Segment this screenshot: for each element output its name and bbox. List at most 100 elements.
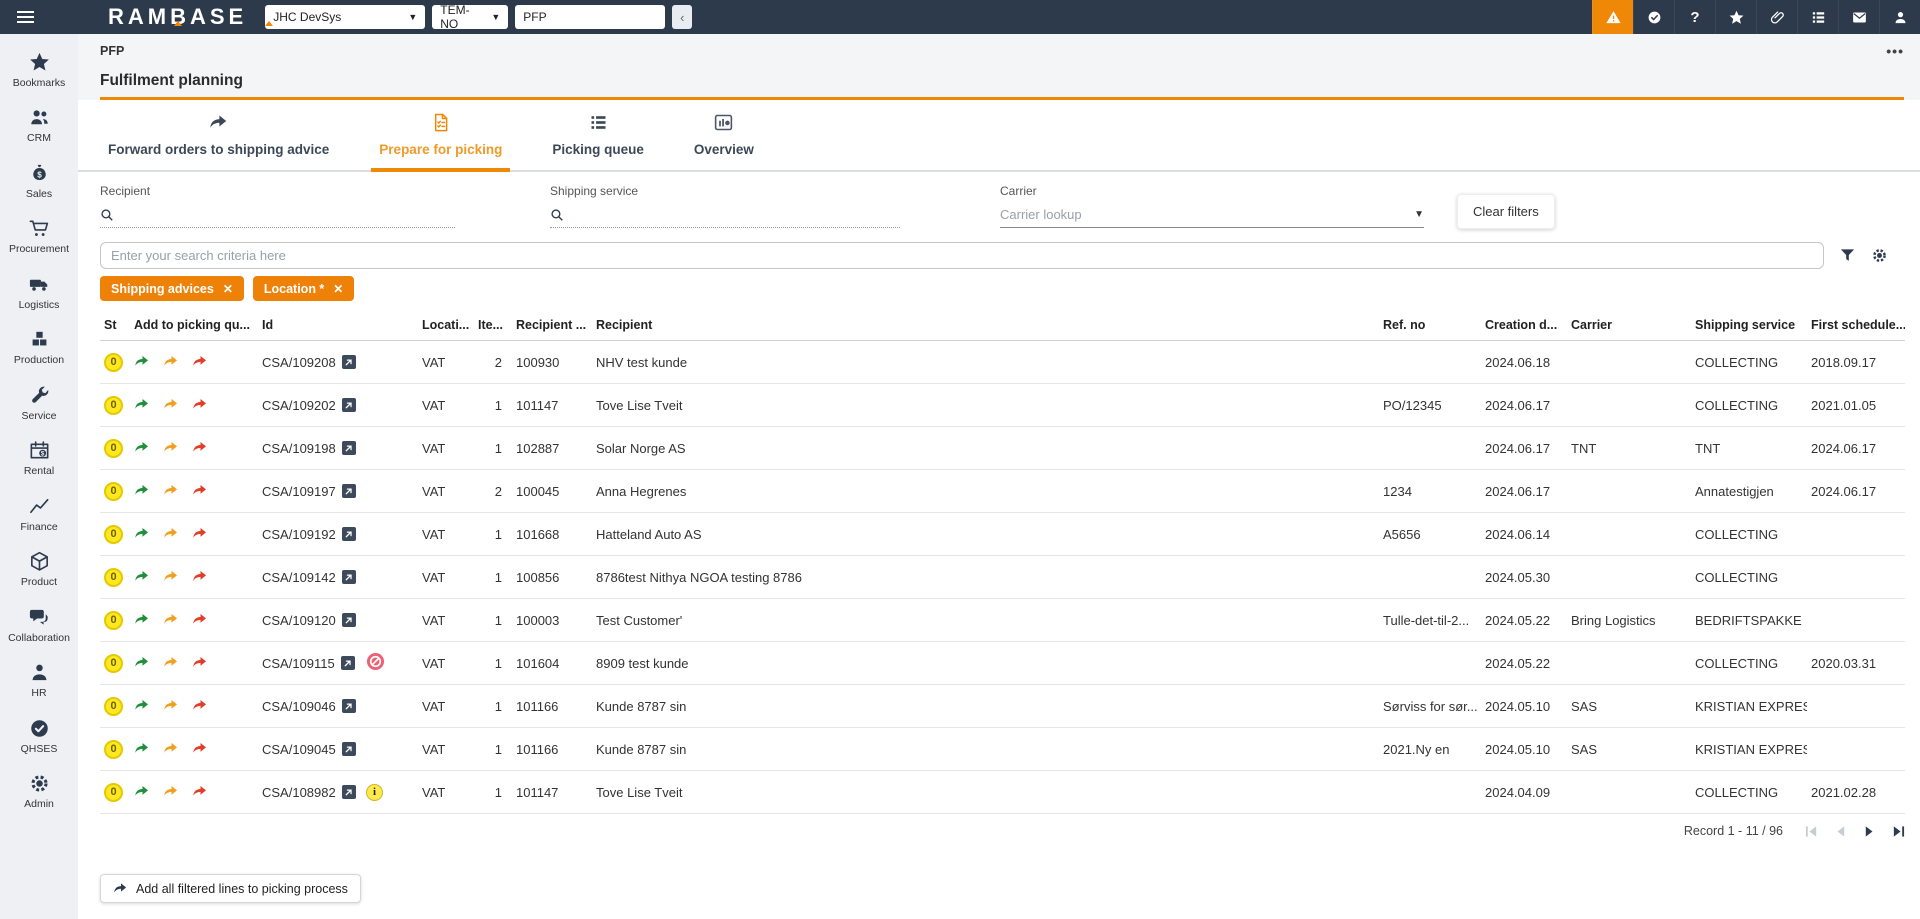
sidebar-item-bookmarks[interactable]: Bookmarks bbox=[0, 42, 78, 98]
sidebar-item-crm[interactable]: CRM bbox=[0, 98, 78, 154]
add-all-to-picking-button[interactable]: Add all filtered lines to picking proces… bbox=[100, 874, 361, 903]
alerts-icon[interactable] bbox=[1592, 0, 1633, 34]
add-to-queue-red-arrow-icon[interactable] bbox=[192, 354, 208, 370]
add-to-queue-red-arrow-icon[interactable] bbox=[192, 741, 208, 757]
tab-prepare-for-picking[interactable]: Prepare for picking bbox=[371, 112, 511, 172]
tab-picking-queue[interactable]: Picking queue bbox=[544, 112, 652, 170]
add-to-queue-red-arrow-icon[interactable] bbox=[192, 569, 208, 585]
add-to-queue-green-arrow-icon[interactable] bbox=[134, 440, 150, 456]
add-to-queue-red-arrow-icon[interactable] bbox=[192, 784, 208, 800]
shipping-advice-id[interactable]: CSA/109198 bbox=[262, 441, 336, 456]
table-row[interactable]: 0 CSA/109115 i VAT 1 101604 890 bbox=[100, 641, 1905, 685]
shipping-service-filter-input[interactable] bbox=[571, 207, 900, 222]
sidebar-item-service[interactable]: Service bbox=[0, 375, 78, 431]
sidebar-item-finance[interactable]: Finance bbox=[0, 486, 78, 542]
menu-hamburger-icon[interactable] bbox=[0, 0, 50, 34]
first-page-button[interactable] bbox=[1805, 825, 1818, 838]
messages-mail-icon[interactable] bbox=[1838, 0, 1879, 34]
table-row[interactable]: 0 CSA/109045 i VAT 1 101166 Kun bbox=[100, 727, 1905, 771]
add-to-queue-red-arrow-icon[interactable] bbox=[192, 698, 208, 714]
task-list-icon[interactable] bbox=[1797, 0, 1838, 34]
add-to-queue-red-arrow-icon[interactable] bbox=[192, 397, 208, 413]
help-icon[interactable]: ? bbox=[1674, 0, 1715, 34]
add-to-queue-green-arrow-icon[interactable] bbox=[134, 569, 150, 585]
shipping-advice-id[interactable]: CSA/109202 bbox=[262, 398, 336, 413]
sidebar-item-product[interactable]: Product bbox=[0, 542, 78, 598]
sidebar-item-rental[interactable]: $ Rental bbox=[0, 431, 78, 487]
add-to-queue-red-arrow-icon[interactable] bbox=[192, 483, 208, 499]
add-to-queue-green-arrow-icon[interactable] bbox=[134, 397, 150, 413]
add-to-queue-green-arrow-icon[interactable] bbox=[134, 784, 150, 800]
search-input[interactable] bbox=[100, 242, 1824, 269]
shipping-advice-id[interactable]: CSA/109197 bbox=[262, 484, 336, 499]
settings-gear-icon[interactable] bbox=[1871, 247, 1888, 264]
add-to-queue-green-arrow-icon[interactable] bbox=[134, 526, 150, 542]
collapse-back-button[interactable]: ‹ bbox=[672, 5, 693, 29]
add-to-queue-orange-arrow-icon[interactable] bbox=[163, 569, 179, 585]
table-row[interactable]: 0 CSA/109197 i VAT 2 100045 Ann bbox=[100, 469, 1905, 513]
program-input[interactable] bbox=[515, 5, 666, 29]
add-to-queue-red-arrow-icon[interactable] bbox=[192, 526, 208, 542]
carrier-lookup-dropdown[interactable]: Carrier lookup ▼ bbox=[1000, 202, 1424, 228]
shipping-advice-id[interactable]: CSA/109120 bbox=[262, 613, 336, 628]
attachments-paperclip-icon[interactable] bbox=[1756, 0, 1797, 34]
system-select[interactable]: JHC DevSys ▼ bbox=[265, 5, 426, 29]
sidebar-item-procurement[interactable]: Procurement bbox=[0, 209, 78, 265]
open-record-icon[interactable] bbox=[341, 441, 356, 455]
next-page-button[interactable] bbox=[1863, 825, 1876, 838]
sidebar-item-admin[interactable]: Admin bbox=[0, 764, 78, 820]
last-page-button[interactable] bbox=[1892, 825, 1905, 838]
filter-funnel-icon[interactable] bbox=[1839, 247, 1856, 264]
sidebar-item-qhses[interactable]: QHSES bbox=[0, 708, 78, 764]
add-to-queue-green-arrow-icon[interactable] bbox=[134, 698, 150, 714]
add-to-queue-red-arrow-icon[interactable] bbox=[192, 440, 208, 456]
add-to-queue-orange-arrow-icon[interactable] bbox=[163, 784, 179, 800]
sidebar-item-collaboration[interactable]: Collaboration bbox=[0, 597, 78, 653]
open-record-icon[interactable] bbox=[341, 613, 356, 627]
table-row[interactable]: 0 CSA/109120 i VAT 1 100003 Tes bbox=[100, 598, 1905, 642]
open-record-icon[interactable] bbox=[341, 484, 356, 498]
add-to-queue-green-arrow-icon[interactable] bbox=[134, 354, 150, 370]
add-to-queue-green-arrow-icon[interactable] bbox=[134, 741, 150, 757]
tab-overview[interactable]: Overview bbox=[686, 112, 762, 170]
recipient-filter-input[interactable] bbox=[121, 207, 455, 222]
shipping-advice-id[interactable]: CSA/109046 bbox=[262, 699, 336, 714]
shipping-advice-id[interactable]: CSA/109045 bbox=[262, 742, 336, 757]
more-menu-button[interactable]: ••• bbox=[1886, 43, 1904, 59]
add-to-queue-orange-arrow-icon[interactable] bbox=[163, 655, 179, 671]
shipping-advice-id[interactable]: CSA/109192 bbox=[262, 527, 336, 542]
add-to-queue-green-arrow-icon[interactable] bbox=[134, 483, 150, 499]
add-to-queue-orange-arrow-icon[interactable] bbox=[163, 612, 179, 628]
table-row[interactable]: 0 CSA/109046 i VAT 1 101166 Kun bbox=[100, 684, 1905, 728]
add-to-queue-orange-arrow-icon[interactable] bbox=[163, 354, 179, 370]
shipping-advice-id[interactable]: CSA/109208 bbox=[262, 355, 336, 370]
open-record-icon[interactable] bbox=[341, 355, 356, 369]
shipping-advice-id[interactable]: CSA/109142 bbox=[262, 570, 336, 585]
clear-filters-button[interactable]: Clear filters bbox=[1457, 194, 1555, 229]
shipping-advice-id[interactable]: CSA/109115 bbox=[262, 656, 335, 671]
add-to-queue-red-arrow-icon[interactable] bbox=[192, 612, 208, 628]
add-to-queue-orange-arrow-icon[interactable] bbox=[163, 698, 179, 714]
favorites-star-icon[interactable] bbox=[1715, 0, 1756, 34]
shipping-advice-id[interactable]: CSA/108982 bbox=[262, 785, 336, 800]
add-to-queue-red-arrow-icon[interactable] bbox=[192, 655, 208, 671]
sidebar-item-production[interactable]: Production bbox=[0, 320, 78, 376]
open-record-icon[interactable] bbox=[341, 527, 356, 541]
open-record-icon[interactable] bbox=[341, 570, 356, 584]
open-record-icon[interactable] bbox=[341, 699, 356, 713]
add-to-queue-orange-arrow-icon[interactable] bbox=[163, 741, 179, 757]
add-to-queue-green-arrow-icon[interactable] bbox=[134, 612, 150, 628]
sidebar-item-sales[interactable]: $ Sales bbox=[0, 153, 78, 209]
sidebar-item-logistics[interactable]: Logistics bbox=[0, 264, 78, 320]
chip-remove-icon[interactable]: ✕ bbox=[223, 282, 233, 296]
table-row[interactable]: 0 CSA/109202 i VAT 1 101147 Tov bbox=[100, 383, 1905, 427]
account-user-icon[interactable] bbox=[1879, 0, 1920, 34]
open-record-icon[interactable] bbox=[341, 742, 356, 756]
add-to-queue-orange-arrow-icon[interactable] bbox=[163, 483, 179, 499]
add-to-queue-orange-arrow-icon[interactable] bbox=[163, 440, 179, 456]
chip-remove-icon[interactable]: ✕ bbox=[333, 282, 343, 296]
tab-forward-orders[interactable]: Forward orders to shipping advice bbox=[100, 112, 337, 170]
table-row[interactable]: 0 CSA/109198 i VAT 1 102887 Sol bbox=[100, 426, 1905, 470]
open-record-icon[interactable] bbox=[341, 398, 356, 412]
table-row[interactable]: 0 CSA/109192 i VAT 1 101668 Hat bbox=[100, 512, 1905, 556]
